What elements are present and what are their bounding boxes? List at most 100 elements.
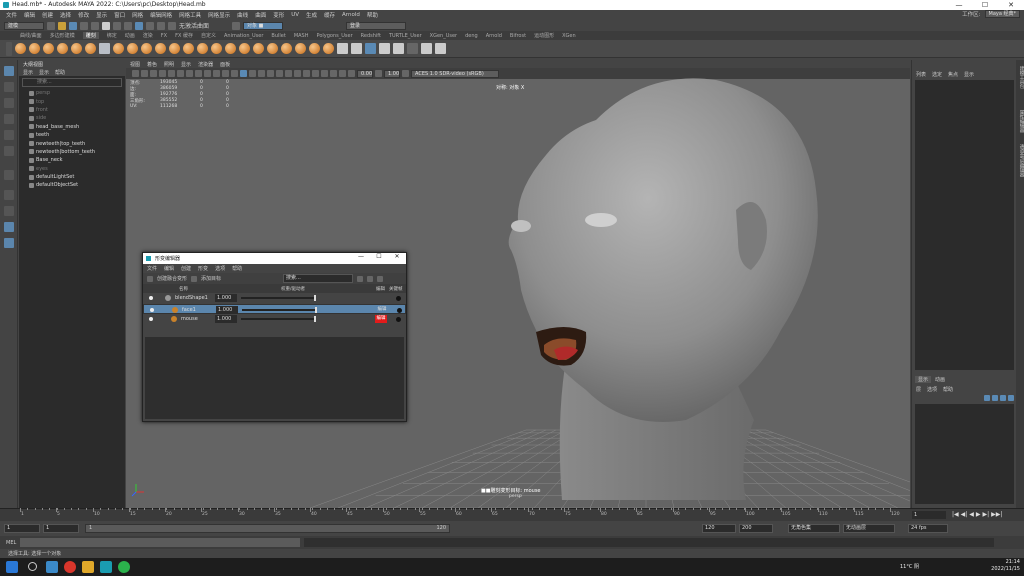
mel-input[interactable] (20, 538, 301, 547)
invert-freeze-icon[interactable] (323, 43, 334, 54)
se-menu-edit[interactable]: 编辑 (164, 265, 174, 272)
outliner-menu-display[interactable]: 显示 (23, 69, 33, 76)
vtab-attribute-editor[interactable]: 属性编辑器 (1016, 110, 1024, 133)
se-menu-create[interactable]: 创建 (181, 265, 191, 272)
input-output-icon[interactable] (232, 21, 241, 30)
playback-end-field[interactable]: 120 (702, 524, 736, 533)
menu-select[interactable]: 选择 (60, 11, 71, 19)
chrome-icon[interactable] (64, 561, 76, 573)
login-select[interactable]: 登录 (346, 21, 407, 30)
menu-mesh-tools[interactable]: 网格工具 (179, 11, 201, 19)
slider-handle[interactable] (315, 306, 317, 313)
paint-select-icon[interactable] (4, 98, 14, 108)
smooth-brush-icon[interactable] (29, 43, 40, 54)
shelf-tab-custom[interactable]: 自定义 (201, 32, 216, 39)
wax-brush-icon[interactable] (155, 43, 166, 54)
anim-start-field[interactable]: 1 (4, 524, 40, 533)
amplify-brush-icon[interactable] (239, 43, 250, 54)
shelf-tab-redshift[interactable]: Redshift (361, 33, 381, 39)
new-scene-icon[interactable] (47, 21, 55, 30)
se-menu-help[interactable]: 帮助 (232, 265, 242, 272)
select-tool-icon[interactable] (4, 66, 14, 76)
select-component-icon[interactable] (124, 21, 132, 30)
stamp-icon[interactable] (337, 43, 348, 54)
sculpt-brush-icon[interactable] (15, 43, 26, 54)
shelf-tab-sculpt[interactable]: 雕刻 (82, 32, 99, 39)
anim-layer-select[interactable]: 无动画层 (843, 524, 895, 533)
grab-brush-icon[interactable] (57, 43, 68, 54)
outliner-item[interactable]: top (19, 97, 125, 105)
se-menu-file[interactable]: 文件 (147, 265, 157, 272)
shelf-tab-rigging[interactable]: 绑定 (107, 32, 117, 39)
visibility-dot-icon[interactable] (149, 317, 153, 321)
play-forward-button[interactable]: ▶ (976, 511, 981, 518)
edit-button[interactable]: 编辑 (376, 306, 388, 314)
menu-uv[interactable]: UV (291, 12, 299, 18)
photoshop-icon[interactable] (46, 561, 58, 573)
menu-mesh[interactable]: 网格 (132, 11, 143, 19)
lasso-tool-icon[interactable] (4, 82, 14, 92)
go-end-button[interactable]: ▶▶| (991, 511, 1002, 518)
refresh-icon[interactable] (367, 275, 374, 282)
shelf-tab-fx-cache[interactable]: FX 缓存 (175, 32, 193, 39)
weight-field[interactable]: 1.000 (215, 315, 237, 323)
layer-tab-display[interactable]: 显示 (915, 376, 932, 383)
menu-help[interactable]: 帮助 (367, 11, 378, 19)
knife-brush-icon[interactable] (197, 43, 208, 54)
windows-start-icon[interactable] (6, 561, 18, 573)
outliner-item[interactable]: defaultObjectSet (19, 181, 125, 189)
outliner-item[interactable]: newteeth|top_teeth (19, 139, 125, 147)
relax-brush-icon[interactable] (43, 43, 54, 54)
shelf-tab-motion-graphics[interactable]: 运动图形 (534, 32, 554, 39)
shelf-tab-turtle-user[interactable]: TURTLE_User (389, 33, 422, 39)
shelf-tab-polygons-user[interactable]: Polygons_User (316, 33, 352, 39)
maya-taskbar-icon[interactable] (100, 561, 112, 573)
layer-menu-help[interactable]: 帮助 (943, 386, 953, 393)
repeat-brush-icon[interactable] (127, 43, 138, 54)
close-button[interactable]: ✕ (998, 0, 1024, 10)
imprint-brush-icon[interactable] (141, 43, 152, 54)
shape-search-input[interactable]: 搜索... (283, 274, 354, 283)
menu-surfaces[interactable]: 曲面 (255, 11, 266, 19)
new-layer-selected-icon[interactable] (992, 395, 998, 401)
se-menu-shapes[interactable]: 形变 (198, 265, 208, 272)
scale-tool-icon[interactable] (4, 146, 14, 156)
outliner-item[interactable]: persp (19, 89, 125, 97)
menu-mesh-display[interactable]: 网格显示 (208, 11, 230, 19)
key-dot-icon[interactable] (396, 317, 401, 322)
menu-arnold[interactable]: Arnold (342, 12, 360, 18)
outliner-item[interactable]: Base_neck (19, 156, 125, 164)
persp-graph-icon[interactable] (4, 238, 14, 248)
shelf-menu-icon[interactable] (6, 41, 12, 56)
menu-file[interactable]: 文件 (6, 11, 17, 19)
playback-start-field[interactable]: 1 (43, 524, 79, 533)
shape-editor-titlebar[interactable]: 形变编辑器 — ☐ ✕ (143, 253, 406, 264)
outliner-item[interactable]: head_base_mesh (19, 123, 125, 131)
outliner-item[interactable]: defaultLightSet (19, 173, 125, 181)
freeze-brush-icon[interactable] (253, 43, 264, 54)
menu-cache[interactable]: 缓存 (324, 11, 335, 19)
shelf-tab-bifrost[interactable]: Bifrost (510, 33, 526, 39)
menu-edit[interactable]: 编辑 (24, 11, 35, 19)
shelf-tab-bullet[interactable]: Bullet (271, 33, 285, 39)
cb-menu-list[interactable]: 列表 (916, 71, 926, 78)
open-scene-icon[interactable] (58, 21, 66, 30)
weight-slider[interactable] (241, 295, 316, 301)
mask-brush-icon[interactable] (267, 43, 278, 54)
side-by-side-icon[interactable] (4, 206, 14, 216)
play-back-button[interactable]: ◀ (969, 511, 974, 518)
shelf-tab-xgen-user[interactable]: XGen_User (430, 33, 457, 39)
texture-deform-icon[interactable] (407, 43, 418, 54)
cb-menu-object[interactable]: 焦点 (948, 71, 958, 78)
vtab-channel-box[interactable]: 通道盒/层编辑器 (1016, 144, 1024, 177)
undo-icon[interactable] (80, 21, 88, 30)
shelf-tab-mash[interactable]: MASH (294, 33, 309, 39)
shape-editor-maximize[interactable]: ☐ (370, 253, 388, 260)
workspace-select[interactable]: Maya 经典* (984, 10, 1020, 18)
se-menu-options[interactable]: 选项 (215, 265, 225, 272)
erase-brush-icon[interactable] (281, 43, 292, 54)
current-frame-field[interactable]: 1 (912, 510, 946, 519)
menuset-select[interactable]: 建模 (4, 21, 44, 30)
delete-icon[interactable] (377, 275, 384, 282)
outliner-menu-help[interactable]: 帮助 (55, 69, 65, 76)
